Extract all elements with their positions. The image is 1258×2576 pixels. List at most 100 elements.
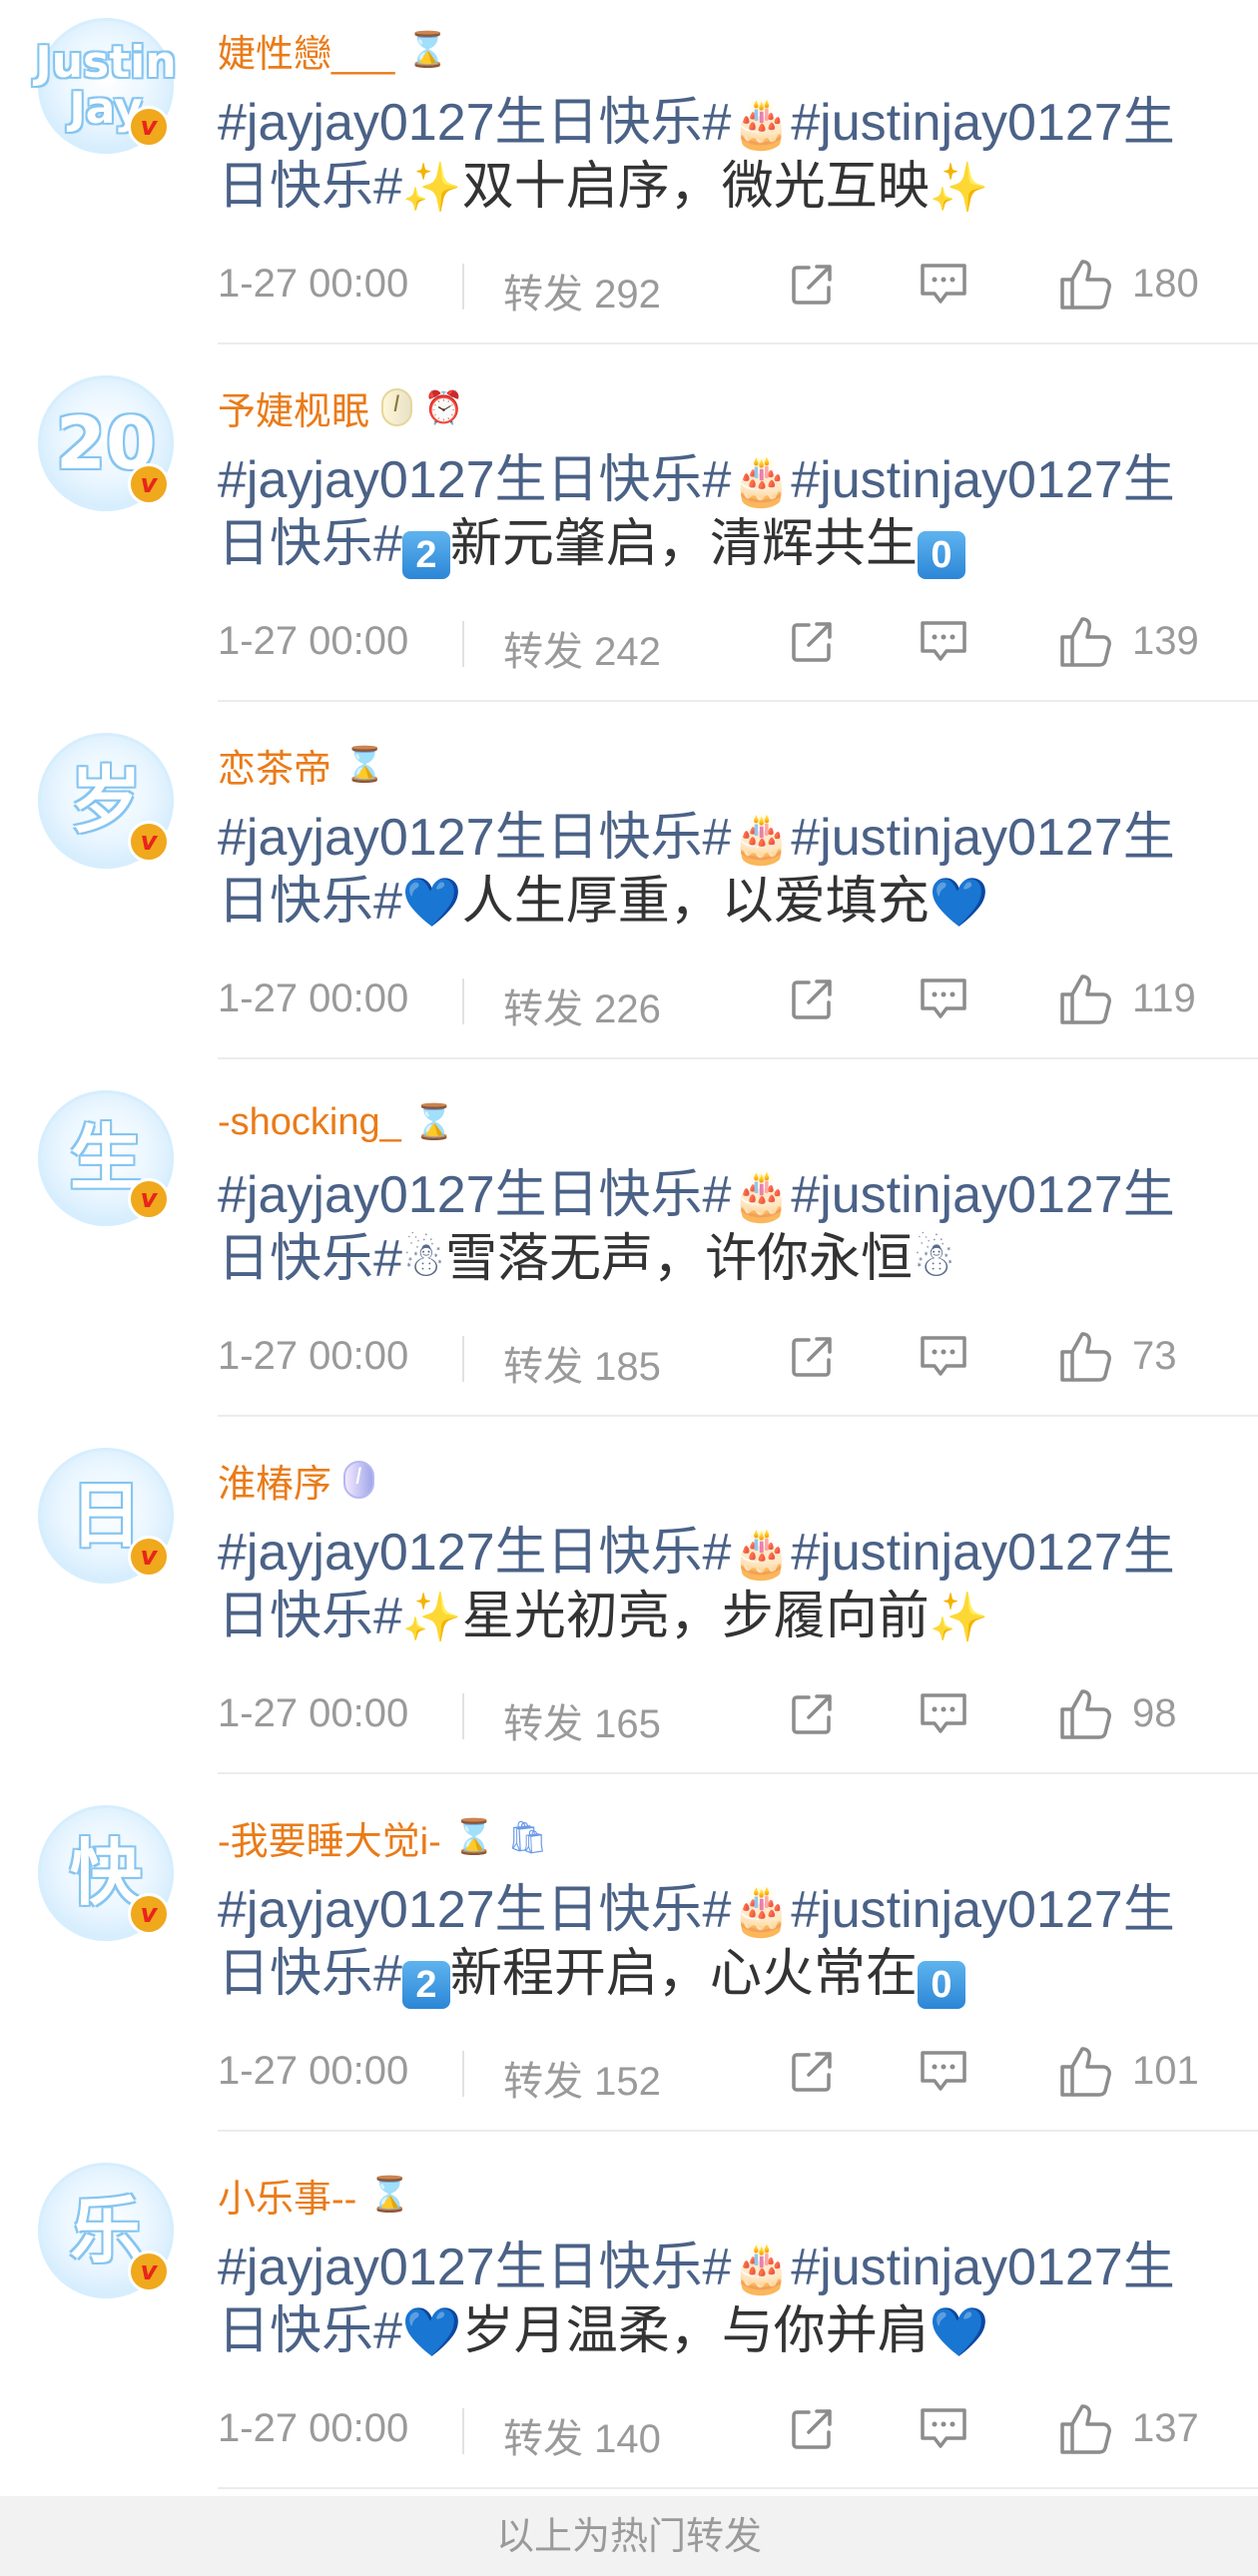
- avatar-text: 日: [69, 1474, 142, 1558]
- emoji: 🎂: [731, 455, 792, 508]
- repost-item[interactable]: Justin Jay v 婕性戀___ ⌛ #jayjay0127生日快乐#🎂#just…: [0, 0, 1258, 357]
- item-divider: [218, 1057, 1258, 1059]
- emoji: ☃: [912, 1234, 955, 1287]
- verified-badge-icon: v: [128, 1178, 170, 1220]
- repost-content: #jayjay0127生日快乐#🎂#justinjay0127生日快乐#💙人生厚…: [218, 807, 1216, 935]
- topic-link[interactable]: #jayjay0127生日快乐#: [218, 451, 731, 509]
- username[interactable]: 小乐事--: [218, 2168, 356, 2223]
- topic-link[interactable]: #jayjay0127生日快乐#: [218, 1881, 731, 1939]
- comment-icon[interactable]: [917, 2047, 970, 2097]
- share-icon[interactable]: [787, 974, 837, 1024]
- action-bar: 1-27 00:00 转发 185 73: [218, 1326, 1216, 1389]
- like-count: 101: [1132, 2049, 1199, 2093]
- comment-icon[interactable]: [917, 2404, 970, 2454]
- topic-link[interactable]: #jayjay0127生日快乐#: [218, 2239, 731, 2296]
- emoji: 🎂: [731, 2243, 792, 2295]
- hourglass-icon: ⌛: [368, 2175, 411, 2215]
- topic-link[interactable]: #jayjay0127生日快乐#: [218, 1166, 731, 1224]
- topic-link[interactable]: #jayjay0127生日快乐#: [218, 1524, 731, 1582]
- avatar-text: 乐: [69, 2189, 142, 2272]
- topic-link[interactable]: #jayjay0127生日快乐#: [218, 809, 731, 867]
- like-icon[interactable]: [1056, 1328, 1114, 1384]
- username-line: 予婕枧眠 I ⏰: [218, 381, 463, 433]
- repost-item[interactable]: 日 v 淮椿序 I #jayjay0127生日快乐#🎂#justinjay0127生日快…: [0, 1430, 1258, 1787]
- repost-text: 岁月温柔，与你并肩: [461, 2302, 930, 2360]
- comment-icon[interactable]: [917, 974, 970, 1024]
- emoji: 💙: [401, 2306, 462, 2359]
- avatar[interactable]: 快v: [38, 1805, 174, 1941]
- repost-count: 转发 242: [503, 630, 661, 674]
- hourglass-icon: ⌛: [406, 30, 449, 70]
- keycap-emoji: 2: [401, 1961, 450, 2009]
- repost-item[interactable]: 快 v -我要睡大觉i- ⌛ 🛍 #jayjay0127生日快乐#🎂#justinjay0…: [0, 1787, 1258, 2145]
- comment-icon[interactable]: [917, 260, 970, 310]
- action-bar: 1-27 00:00 转发 242 139: [218, 611, 1216, 674]
- keycap-emoji: 0: [917, 1961, 965, 2009]
- timestamp: 1-27 00:00: [218, 2049, 409, 2093]
- username[interactable]: 予婕枧眠: [218, 380, 369, 435]
- comment-icon[interactable]: [917, 1689, 970, 1739]
- repost-count: 转发 185: [503, 1345, 661, 1389]
- fan-medal-badge[interactable]: I: [381, 388, 412, 426]
- repost-item[interactable]: 生 v -shocking_ ⌛ #jayjay0127生日快乐#🎂#justinjay…: [0, 1072, 1258, 1430]
- emoji: ☃: [401, 1234, 445, 1287]
- username[interactable]: 淮椿序: [218, 1453, 331, 1508]
- repost-content: #jayjay0127生日快乐#🎂#justinjay0127生日快乐# 2 新元肇…: [218, 449, 1216, 579]
- like-icon[interactable]: [1056, 970, 1114, 1026]
- avatar[interactable]: 日v: [38, 1448, 174, 1584]
- username[interactable]: 恋茶帝: [218, 738, 331, 793]
- share-icon[interactable]: [787, 617, 837, 667]
- comment-icon[interactable]: [917, 1332, 970, 1382]
- share-icon[interactable]: [787, 1332, 837, 1382]
- repost-text: 人生厚重，以爱填充: [461, 873, 930, 931]
- avatar[interactable]: 岁v: [38, 733, 174, 869]
- verified-badge-icon: v: [128, 821, 170, 863]
- repost-count: 转发 152: [503, 2060, 661, 2104]
- keycap-emoji: 2: [401, 531, 450, 579]
- topic-link[interactable]: #jayjay0127生日快乐#: [218, 94, 731, 152]
- avatar-text: 快: [69, 1831, 142, 1915]
- repost-item[interactable]: 岁 v 恋茶帝 ⌛ #jayjay0127生日快乐#🎂#justinjay0127生日快…: [0, 715, 1258, 1072]
- share-icon[interactable]: [787, 2047, 837, 2097]
- emoji: ✨: [929, 162, 989, 215]
- divider: [462, 264, 464, 310]
- like-icon[interactable]: [1056, 256, 1114, 312]
- username[interactable]: 婕性戀___: [218, 23, 394, 78]
- username-line: 婕性戀___ ⌛: [218, 24, 449, 76]
- hot-reposts-footer: 以上为热门转发: [0, 2496, 1258, 2576]
- like-icon[interactable]: [1056, 2400, 1114, 2456]
- repost-text: 新元肇启，清辉共生: [449, 515, 918, 573]
- share-icon[interactable]: [787, 1689, 837, 1739]
- divider: [462, 1336, 464, 1382]
- repost-content: #jayjay0127生日快乐#🎂#justinjay0127生日快乐#✨星光初…: [218, 1522, 1216, 1649]
- share-icon[interactable]: [787, 2404, 837, 2454]
- repost-item[interactable]: 20 v 予婕枧眠 I ⏰ #jayjay0127生日快乐#🎂#justinjay0127…: [0, 357, 1258, 715]
- timestamp: 1-27 00:00: [218, 976, 409, 1020]
- comment-icon[interactable]: [917, 617, 970, 667]
- like-icon[interactable]: [1056, 2043, 1114, 2099]
- like-count: 119: [1132, 976, 1196, 1020]
- repost-count: 转发 165: [503, 1702, 661, 1746]
- like-count: 98: [1132, 1691, 1177, 1735]
- emoji: ✨: [401, 162, 462, 215]
- username-line: -我要睡大觉i- ⌛ 🛍: [218, 1811, 548, 1863]
- username-line: 恋茶帝 ⌛: [218, 739, 385, 791]
- username[interactable]: -shocking_: [218, 1101, 401, 1144]
- repost-item[interactable]: 乐 v 小乐事-- ⌛ #jayjay0127生日快乐#🎂#justinjay0127生…: [0, 2145, 1258, 2502]
- avatar[interactable]: Justin Jay v: [35, 18, 177, 154]
- fan-medal-badge[interactable]: I: [343, 1461, 374, 1499]
- divider: [462, 978, 464, 1024]
- emoji: 💙: [929, 877, 989, 930]
- avatar[interactable]: 生v: [38, 1090, 174, 1226]
- shopping-bag-icon: 🛍: [507, 1818, 548, 1856]
- username[interactable]: -我要睡大觉i-: [218, 1810, 441, 1865]
- share-icon[interactable]: [787, 260, 837, 310]
- like-icon[interactable]: [1056, 1685, 1114, 1741]
- avatar[interactable]: 乐v: [38, 2163, 174, 2298]
- repost-content: #jayjay0127生日快乐#🎂#justinjay0127生日快乐# 2 新程开…: [218, 1879, 1216, 2009]
- repost-content: #jayjay0127生日快乐#🎂#justinjay0127生日快乐#☃雪落无…: [218, 1164, 1216, 1292]
- action-bar: 1-27 00:00 转发 140 137: [218, 2398, 1216, 2461]
- avatar[interactable]: 20 v: [38, 375, 174, 511]
- username-line: 淮椿序 I: [218, 1454, 374, 1506]
- like-icon[interactable]: [1056, 613, 1114, 669]
